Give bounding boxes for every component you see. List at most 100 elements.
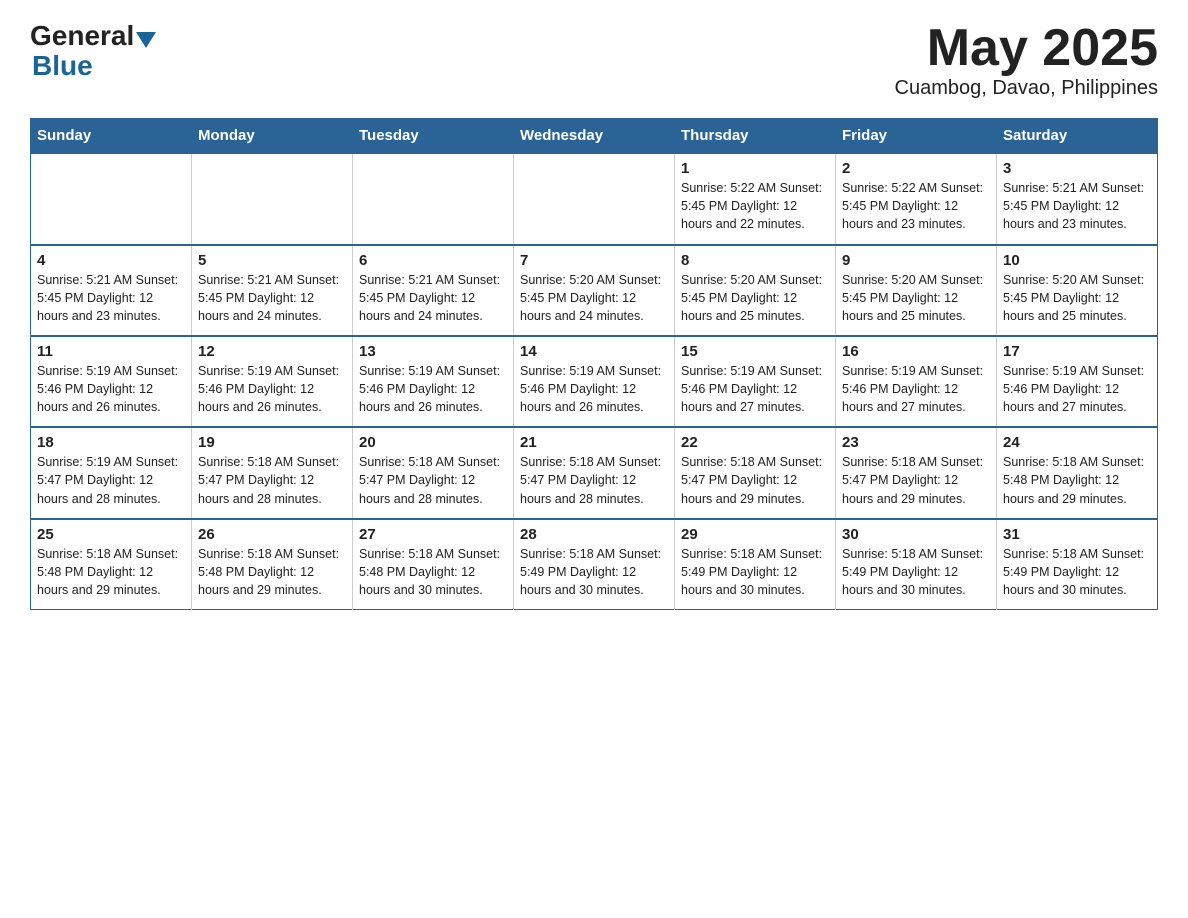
- logo-blue-text: Blue: [32, 50, 93, 82]
- day-info: Sunrise: 5:21 AM Sunset: 5:45 PM Dayligh…: [198, 271, 346, 325]
- calendar-cell: [31, 153, 192, 244]
- calendar-cell: [514, 153, 675, 244]
- calendar-subtitle: Cuambog, Davao, Philippines: [895, 77, 1159, 100]
- day-number: 10: [1003, 252, 1151, 269]
- calendar-cell: 15Sunrise: 5:19 AM Sunset: 5:46 PM Dayli…: [675, 336, 836, 427]
- day-info: Sunrise: 5:20 AM Sunset: 5:45 PM Dayligh…: [520, 271, 668, 325]
- day-number: 17: [1003, 343, 1151, 360]
- day-number: 11: [37, 343, 185, 360]
- calendar-header-row: SundayMondayTuesdayWednesdayThursdayFrid…: [31, 119, 1158, 154]
- day-info: Sunrise: 5:18 AM Sunset: 5:47 PM Dayligh…: [842, 453, 990, 507]
- day-info: Sunrise: 5:20 AM Sunset: 5:45 PM Dayligh…: [842, 271, 990, 325]
- day-info: Sunrise: 5:19 AM Sunset: 5:46 PM Dayligh…: [1003, 362, 1151, 416]
- day-number: 26: [198, 526, 346, 543]
- title-block: May 2025 Cuambog, Davao, Philippines: [895, 20, 1159, 100]
- calendar-cell: 11 Sunrise: 5:19 AM Sunset: 5:46 PM Dayli…: [31, 336, 192, 427]
- day-number: 18: [37, 434, 185, 451]
- day-number: 16: [842, 343, 990, 360]
- day-number: 5: [198, 252, 346, 269]
- day-info: Sunrise: 5:20 AM Sunset: 5:45 PM Dayligh…: [1003, 271, 1151, 325]
- page-header: General Blue May 2025 Cuambog, Davao, Ph…: [30, 20, 1158, 100]
- calendar-cell: 29Sunrise: 5:18 AM Sunset: 5:49 PM Dayli…: [675, 519, 836, 610]
- day-info: Sunrise: 5:19 AM Sunset: 5:46 PM Dayligh…: [37, 362, 185, 416]
- day-number: 13: [359, 343, 507, 360]
- calendar-cell: 19 Sunrise: 5:18 AM Sunset: 5:47 PM Dayli…: [192, 427, 353, 518]
- calendar-cell: 5 Sunrise: 5:21 AM Sunset: 5:45 PM Daylig…: [192, 245, 353, 336]
- col-header-sunday: Sunday: [31, 119, 192, 154]
- day-number: 2: [842, 160, 990, 177]
- calendar-cell: 1 Sunrise: 5:22 AM Sunset: 5:45 PM Daylig…: [675, 153, 836, 244]
- calendar-cell: [353, 153, 514, 244]
- calendar-week-row: 25Sunrise: 5:18 AM Sunset: 5:48 PM Dayli…: [31, 519, 1158, 610]
- day-number: 14: [520, 343, 668, 360]
- calendar-cell: 28Sunrise: 5:18 AM Sunset: 5:49 PM Dayli…: [514, 519, 675, 610]
- calendar-cell: 10 Sunrise: 5:20 AM Sunset: 5:45 PM Dayli…: [997, 245, 1158, 336]
- calendar-cell: 2Sunrise: 5:22 AM Sunset: 5:45 PM Daylig…: [836, 153, 997, 244]
- day-info: Sunrise: 5:18 AM Sunset: 5:47 PM Dayligh…: [198, 453, 346, 507]
- day-number: 4: [37, 252, 185, 269]
- calendar-cell: 6 Sunrise: 5:21 AM Sunset: 5:45 PM Daylig…: [353, 245, 514, 336]
- calendar-cell: 27Sunrise: 5:18 AM Sunset: 5:48 PM Dayli…: [353, 519, 514, 610]
- day-number: 12: [198, 343, 346, 360]
- day-number: 20: [359, 434, 507, 451]
- calendar-cell: 12 Sunrise: 5:19 AM Sunset: 5:46 PM Dayli…: [192, 336, 353, 427]
- day-number: 7: [520, 252, 668, 269]
- calendar-cell: 3 Sunrise: 5:21 AM Sunset: 5:45 PM Daylig…: [997, 153, 1158, 244]
- day-number: 3: [1003, 160, 1151, 177]
- day-number: 27: [359, 526, 507, 543]
- day-number: 29: [681, 526, 829, 543]
- calendar-cell: 23 Sunrise: 5:18 AM Sunset: 5:47 PM Dayli…: [836, 427, 997, 518]
- day-info: Sunrise: 5:22 AM Sunset: 5:45 PM Dayligh…: [681, 179, 829, 233]
- calendar-cell: 9 Sunrise: 5:20 AM Sunset: 5:45 PM Daylig…: [836, 245, 997, 336]
- calendar-cell: 22 Sunrise: 5:18 AM Sunset: 5:47 PM Dayli…: [675, 427, 836, 518]
- calendar-title: May 2025: [895, 20, 1159, 77]
- col-header-wednesday: Wednesday: [514, 119, 675, 154]
- calendar-cell: 13 Sunrise: 5:19 AM Sunset: 5:46 PM Dayli…: [353, 336, 514, 427]
- day-number: 9: [842, 252, 990, 269]
- logo-triangle-icon: [136, 32, 156, 48]
- calendar-week-row: 4 Sunrise: 5:21 AM Sunset: 5:45 PM Daylig…: [31, 245, 1158, 336]
- calendar-cell: [192, 153, 353, 244]
- day-info: Sunrise: 5:18 AM Sunset: 5:47 PM Dayligh…: [359, 453, 507, 507]
- col-header-monday: Monday: [192, 119, 353, 154]
- day-number: 24: [1003, 434, 1151, 451]
- day-info: Sunrise: 5:21 AM Sunset: 5:45 PM Dayligh…: [359, 271, 507, 325]
- day-info: Sunrise: 5:19 AM Sunset: 5:46 PM Dayligh…: [520, 362, 668, 416]
- calendar-cell: 7 Sunrise: 5:20 AM Sunset: 5:45 PM Daylig…: [514, 245, 675, 336]
- day-info: Sunrise: 5:19 AM Sunset: 5:47 PM Dayligh…: [37, 453, 185, 507]
- day-info: Sunrise: 5:18 AM Sunset: 5:48 PM Dayligh…: [198, 545, 346, 599]
- day-number: 31: [1003, 526, 1151, 543]
- calendar-cell: 17 Sunrise: 5:19 AM Sunset: 5:46 PM Dayli…: [997, 336, 1158, 427]
- calendar-cell: 4 Sunrise: 5:21 AM Sunset: 5:45 PM Daylig…: [31, 245, 192, 336]
- day-number: 22: [681, 434, 829, 451]
- day-info: Sunrise: 5:18 AM Sunset: 5:47 PM Dayligh…: [520, 453, 668, 507]
- day-info: Sunrise: 5:19 AM Sunset: 5:46 PM Dayligh…: [359, 362, 507, 416]
- calendar-table: SundayMondayTuesdayWednesdayThursdayFrid…: [30, 118, 1158, 610]
- day-number: 28: [520, 526, 668, 543]
- day-number: 30: [842, 526, 990, 543]
- day-info: Sunrise: 5:19 AM Sunset: 5:46 PM Dayligh…: [681, 362, 829, 416]
- day-number: 19: [198, 434, 346, 451]
- day-info: Sunrise: 5:19 AM Sunset: 5:46 PM Dayligh…: [198, 362, 346, 416]
- day-info: Sunrise: 5:18 AM Sunset: 5:49 PM Dayligh…: [842, 545, 990, 599]
- day-info: Sunrise: 5:18 AM Sunset: 5:49 PM Dayligh…: [1003, 545, 1151, 599]
- day-info: Sunrise: 5:21 AM Sunset: 5:45 PM Dayligh…: [1003, 179, 1151, 233]
- day-number: 8: [681, 252, 829, 269]
- logo-general-text: General: [30, 20, 134, 52]
- col-header-friday: Friday: [836, 119, 997, 154]
- day-info: Sunrise: 5:19 AM Sunset: 5:46 PM Dayligh…: [842, 362, 990, 416]
- day-info: Sunrise: 5:18 AM Sunset: 5:47 PM Dayligh…: [681, 453, 829, 507]
- calendar-cell: 8Sunrise: 5:20 AM Sunset: 5:45 PM Daylig…: [675, 245, 836, 336]
- calendar-week-row: 18 Sunrise: 5:19 AM Sunset: 5:47 PM Dayli…: [31, 427, 1158, 518]
- day-number: 6: [359, 252, 507, 269]
- day-number: 1: [681, 160, 829, 177]
- day-info: Sunrise: 5:18 AM Sunset: 5:48 PM Dayligh…: [1003, 453, 1151, 507]
- col-header-saturday: Saturday: [997, 119, 1158, 154]
- day-number: 21: [520, 434, 668, 451]
- calendar-cell: 24 Sunrise: 5:18 AM Sunset: 5:48 PM Dayli…: [997, 427, 1158, 518]
- calendar-cell: 26 Sunrise: 5:18 AM Sunset: 5:48 PM Dayli…: [192, 519, 353, 610]
- day-info: Sunrise: 5:18 AM Sunset: 5:48 PM Dayligh…: [37, 545, 185, 599]
- calendar-cell: 31 Sunrise: 5:18 AM Sunset: 5:49 PM Dayli…: [997, 519, 1158, 610]
- day-info: Sunrise: 5:21 AM Sunset: 5:45 PM Dayligh…: [37, 271, 185, 325]
- day-number: 23: [842, 434, 990, 451]
